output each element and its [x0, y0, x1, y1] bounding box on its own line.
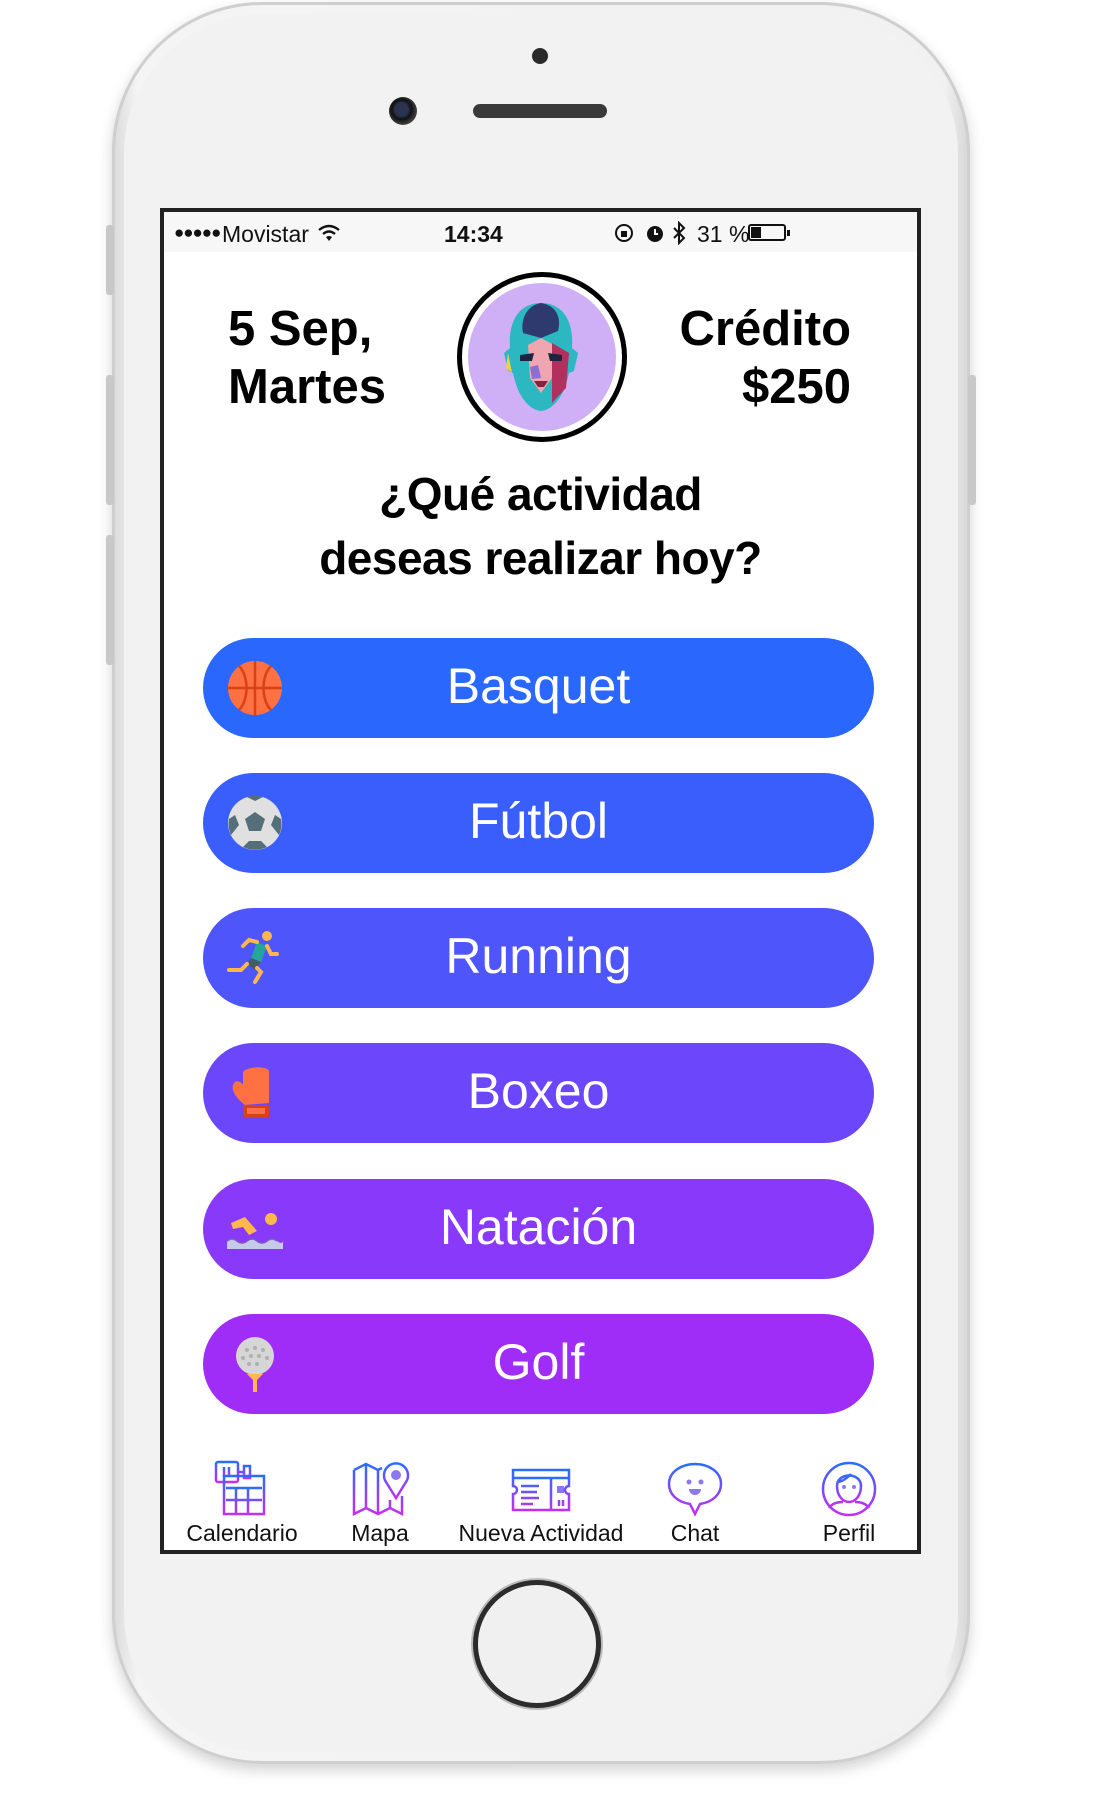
- clock-time: 14:34: [444, 221, 503, 247]
- proximity-sensor: [532, 48, 548, 64]
- activity-label: Boxeo: [467, 1063, 610, 1119]
- tab-label: Mapa: [351, 1520, 409, 1546]
- volume-down-button: [106, 535, 114, 665]
- rotation-lock-icon: [615, 224, 633, 242]
- signal-strength-icon: ●●●●●: [174, 223, 221, 242]
- activity-button-golf[interactable]: Golf: [203, 1314, 874, 1414]
- activity-button-boxeo[interactable]: Boxeo: [203, 1043, 874, 1143]
- bluetooth-icon: [673, 221, 686, 245]
- date-display: 5 Sep, Martes: [228, 300, 386, 416]
- tab-label: Perfil: [822, 1520, 876, 1546]
- map-icon: [352, 1462, 410, 1517]
- ticket-icon: [511, 1468, 571, 1512]
- tab-label: Chat: [670, 1520, 720, 1546]
- activity-button-running[interactable]: Running: [203, 908, 874, 1008]
- credit-display: Crédito $250: [680, 300, 852, 416]
- battery-percent: 31 %: [697, 221, 750, 247]
- user-avatar[interactable]: [457, 272, 627, 442]
- carrier-name: Movistar: [222, 221, 309, 247]
- activity-label: Running: [445, 928, 632, 984]
- wifi-icon: [318, 224, 340, 241]
- power-button: [968, 375, 976, 505]
- app-screen: ●●●●● Movistar 14:34 31 % 5 Sep, Martes: [160, 208, 921, 1554]
- activity-button-futbol[interactable]: Fútbol: [203, 773, 874, 873]
- date-day: 5 Sep,: [228, 302, 373, 356]
- tab-label: Nueva Actividad: [458, 1520, 624, 1546]
- profile-icon: [821, 1461, 877, 1517]
- credit-label: Crédito: [679, 302, 852, 356]
- activity-label: Golf: [492, 1334, 585, 1390]
- mute-switch: [106, 225, 114, 295]
- activity-label: Fútbol: [469, 793, 608, 849]
- tab-perfil[interactable]: Perfil: [759, 1460, 917, 1547]
- activity-question-heading: ¿Qué actividad deseas realizar hoy?: [164, 462, 917, 590]
- tab-chat[interactable]: Chat: [605, 1460, 785, 1547]
- tab-mapa[interactable]: Mapa: [290, 1460, 470, 1547]
- avatar-portrait-image: [504, 303, 578, 411]
- calendar-icon: [214, 1460, 266, 1516]
- status-bar: ●●●●● Movistar 14:34 31 %: [164, 212, 917, 252]
- battery-icon: [748, 224, 790, 241]
- alarm-icon: [647, 226, 663, 242]
- activity-button-basquet[interactable]: Basquet: [203, 638, 874, 738]
- activity-label: Basquet: [446, 658, 631, 714]
- date-weekday: Martes: [228, 360, 386, 414]
- activity-label: Natación: [439, 1199, 638, 1255]
- question-line-1: ¿Qué actividad: [379, 468, 702, 520]
- home-button[interactable]: [473, 1580, 601, 1708]
- earpiece-speaker: [473, 104, 607, 118]
- chat-bubble-icon: [667, 1462, 723, 1517]
- bottom-tab-bar: Calendario Mapa Nueva Actividad Chat Per…: [164, 1460, 917, 1550]
- activity-button-natacion[interactable]: Natación: [203, 1179, 874, 1279]
- tab-nueva-actividad[interactable]: Nueva Actividad: [451, 1460, 631, 1547]
- front-camera: [389, 97, 417, 125]
- credit-amount: $250: [741, 360, 851, 414]
- volume-up-button: [106, 375, 114, 505]
- question-line-2: deseas realizar hoy?: [319, 532, 762, 584]
